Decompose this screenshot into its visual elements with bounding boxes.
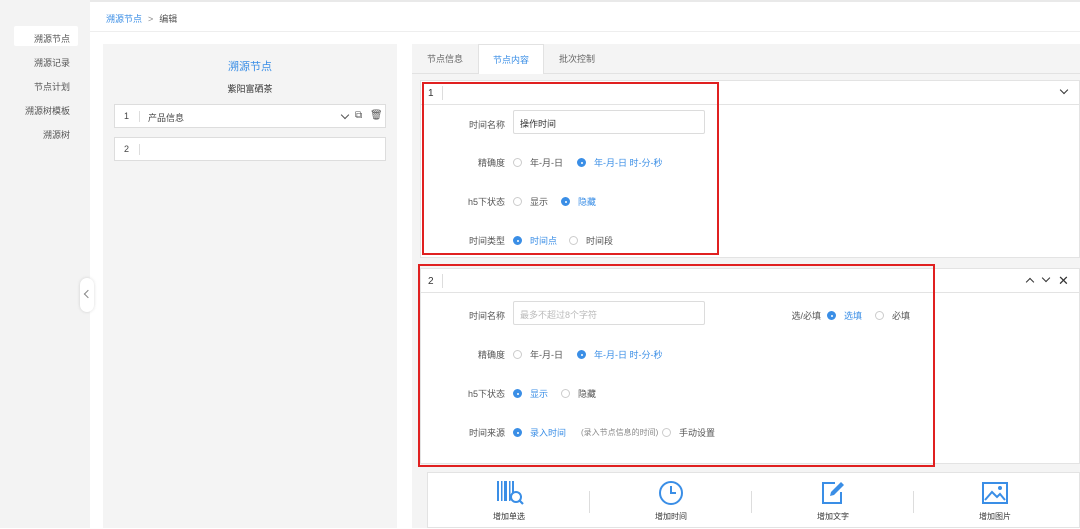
sidebar: 溯源节点 溯源记录 节点计划 溯源树模板 溯源树 (0, 0, 90, 528)
add-image-button[interactable]: 增加图片 (914, 473, 1076, 529)
node-number: 2 (124, 144, 130, 154)
breadcrumb: 溯源节点 > 编辑 (106, 12, 177, 25)
node-item-2[interactable]: 2 (114, 137, 386, 161)
breadcrumb-root-link[interactable]: 溯源节点 (106, 14, 142, 24)
divider (139, 111, 140, 122)
node-tree-panel: 溯源节点 紫阳富硒茶 1 产品信息 ⧉ 🗑 2 (103, 44, 397, 528)
tool-label: 增加文字 (817, 512, 849, 521)
topbar: 溯源节点 > 编辑 (90, 0, 1080, 32)
tab-node-info[interactable]: 节点信息 (412, 44, 478, 74)
highlight-box-2 (418, 264, 935, 467)
tool-label: 增加单选 (493, 512, 525, 521)
collapse-sidebar-button[interactable] (80, 278, 94, 312)
divider (139, 144, 140, 155)
tab-bar: 节点信息 节点内容 批次控制 (412, 44, 1080, 74)
tab-batch-control[interactable]: 批次控制 (544, 44, 610, 74)
tool-label: 增加图片 (979, 512, 1011, 521)
clock-icon (659, 481, 683, 505)
add-text-button[interactable]: 增加文字 (752, 473, 914, 529)
add-single-choice-button[interactable]: 增加单选 (428, 473, 590, 529)
sidebar-item-tree-template[interactable]: 溯源树模板 (25, 104, 70, 117)
node-item-1[interactable]: 1 产品信息 ⧉ 🗑 (114, 104, 386, 128)
sidebar-item-node-plan[interactable]: 节点计划 (34, 80, 70, 93)
image-icon (982, 482, 1008, 504)
copy-icon[interactable]: ⧉ (355, 110, 362, 121)
breadcrumb-separator: > (148, 14, 154, 24)
tab-node-content[interactable]: 节点内容 (478, 44, 544, 74)
chevron-down-icon[interactable] (1059, 85, 1069, 95)
product-name: 紫阳富硒茶 (227, 84, 273, 94)
node-number: 1 (124, 111, 130, 121)
barcode-search-icon (497, 481, 524, 505)
edit-icon (822, 482, 844, 504)
add-time-button[interactable]: 增加时间 (590, 473, 752, 529)
chevron-up-icon[interactable] (1025, 277, 1035, 287)
highlight-box-1 (422, 82, 719, 255)
node-label: 产品信息 (148, 113, 185, 123)
chevron-down-icon[interactable] (1041, 273, 1051, 283)
sidebar-item-trace-node[interactable]: 溯源节点 (34, 32, 70, 45)
sidebar-item-trace-record[interactable]: 溯源记录 (34, 56, 70, 69)
panel-title: 溯源节点 (228, 61, 272, 73)
tool-label: 增加时间 (655, 512, 687, 521)
breadcrumb-current: 编辑 (159, 14, 178, 24)
close-icon[interactable]: ✕ (1058, 274, 1069, 287)
add-field-toolbar: 增加单选 增加时间 增加文字 增加图片 (427, 472, 1080, 528)
trash-icon[interactable]: 🗑 (370, 110, 383, 121)
sidebar-item-trace-tree[interactable]: 溯源树 (43, 128, 70, 141)
chevron-down-icon[interactable] (340, 110, 350, 120)
